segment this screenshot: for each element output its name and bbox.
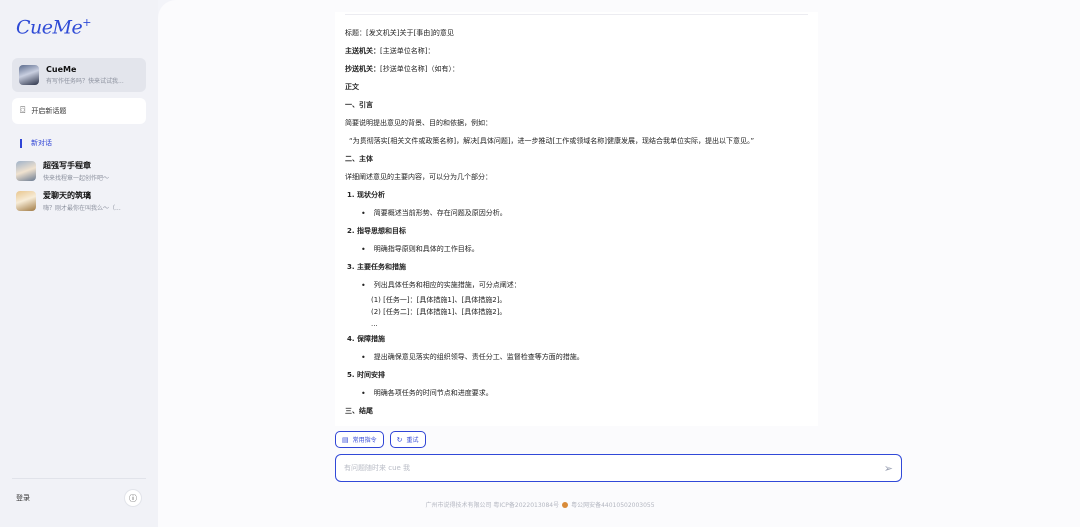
bullet-item: 简要概述当前形势、存在问题及原因分析。 xyxy=(345,205,808,223)
field-value: [抄送单位名称]（如有）： xyxy=(380,65,459,74)
bullet-item: 提出确保意见落实的组织领导、责任分工、监督检查等方面的措施。 xyxy=(345,349,808,367)
sub-item: (1) [任务一]：[具体措施1]、[具体措施2]。 xyxy=(371,296,507,305)
command-icon: ▤ xyxy=(342,435,349,444)
avatar xyxy=(16,161,36,181)
new-topic-label: 开启新话题 xyxy=(31,107,67,115)
retry-button[interactable]: ↻ 重试 xyxy=(389,431,426,448)
field-line: 抄送机关： [抄送单位名称]（如有）： xyxy=(345,61,808,79)
chat-input[interactable] xyxy=(344,464,884,472)
conversation-subtitle: 嗨？刚才最你在叫我么～（... xyxy=(43,205,121,212)
bullet-item: 明确指导原则和具体的工作目标。 xyxy=(345,241,808,259)
refresh-icon: ↻ xyxy=(396,435,403,444)
conversation-title: 爱聊天的筑璃 xyxy=(43,191,91,200)
field-line: 主送机关： [主送单位名称]： xyxy=(345,43,808,61)
quick-actions: ▤ 常用指令 ↻ 重试 xyxy=(335,431,426,448)
section-heading: 一、引言 xyxy=(345,101,373,110)
icp-text[interactable]: 广州市说得技术有限公司 粤ICP备2022013084号 xyxy=(425,500,559,509)
main-panel: 标题：[发文机关]关于[事由]的意见 主送机关： [主送单位名称]： 抄送机关： [抄送… xyxy=(158,0,1080,527)
numbered-heading: 3. 主要任务和措施 xyxy=(347,263,406,272)
chip-label: 常用指令 xyxy=(352,437,377,444)
chat-input-box: ➢ xyxy=(335,454,902,482)
conversation-item[interactable]: 爱聊天的筑璃 嗨？刚才最你在叫我么～（... xyxy=(12,188,146,214)
active-indicator xyxy=(20,138,22,148)
new-chat-label: 新对话 xyxy=(31,139,52,147)
bullet-item: 明确各项任务的时间节点和进度要求。 xyxy=(345,385,808,403)
new-topic-icon: ⌼ xyxy=(20,106,26,116)
paragraph: 标题：[发文机关]关于[事由]的意见 xyxy=(345,29,454,38)
avatar xyxy=(16,191,36,211)
common-commands-button[interactable]: ▤ 常用指令 xyxy=(335,431,384,448)
field-value: [主送单位名称]： xyxy=(380,47,435,56)
numbered-heading: 2. 指导思想和目标 xyxy=(347,227,406,236)
conversation-title: 超强写手程章 xyxy=(43,161,91,170)
quote-line: “为贯彻落实[相关文件或政策名称]，解决[具体问题]，进一步推动[工作或领域名称… xyxy=(349,137,755,146)
police-badge-icon xyxy=(562,501,569,508)
bot-card-cueme[interactable]: CueMe 有写作任务吗？快来试试我... xyxy=(12,58,146,92)
avatar xyxy=(19,65,39,85)
section-heading: 正文 xyxy=(345,83,359,92)
send-icon[interactable]: ➢ xyxy=(884,462,893,475)
numbered-heading: 5. 时间安排 xyxy=(347,371,385,380)
field-label: 主送机关： xyxy=(345,47,380,56)
paragraph: 详细阐述意见的主要内容，可以分为几个部分： xyxy=(345,173,492,182)
paragraph: 简要说明提出意见的背景、目的和依据，例如： xyxy=(345,119,492,128)
sub-item: (2) [任务二]：[具体措施1]、[具体措施2]。 xyxy=(371,308,507,317)
field-label: 抄送机关： xyxy=(345,65,380,74)
footer: 广州市说得技术有限公司 粤ICP备2022013084号 粤公网安备440105… xyxy=(0,500,1080,509)
police-record-text[interactable]: 粤公网安备44010502003055 xyxy=(571,500,654,509)
divider xyxy=(345,14,808,15)
bot-title: CueMe xyxy=(46,65,77,74)
sidebar-item-new-chat[interactable]: 新对话 xyxy=(12,138,146,148)
section-heading: 二、主体 xyxy=(345,155,373,164)
chip-label: 重试 xyxy=(406,437,419,444)
bot-subtitle: 有写作任务吗？快来试试我... xyxy=(46,78,124,85)
numbered-heading: 1. 现状分析 xyxy=(347,191,385,200)
numbered-heading: 4. 保障措施 xyxy=(347,335,385,344)
section-heading: 三、结尾 xyxy=(345,407,373,416)
bullet-item: 列出具体任务和相应的实施措施，可分点阐述： xyxy=(345,277,808,295)
conversation-subtitle: 快来找程章一起创作吧～ xyxy=(43,175,110,182)
app-logo[interactable]: CueMe+ xyxy=(16,16,146,52)
conversation-item[interactable]: 超强写手程章 快来找程章一起创作吧～ xyxy=(12,158,146,184)
sub-item: ... xyxy=(371,320,378,329)
message-content: 标题：[发文机关]关于[事由]的意见 主送机关： [主送单位名称]： 抄送机关： [抄送… xyxy=(345,25,808,421)
assistant-message: 标题：[发文机关]关于[事由]的意见 主送机关： [主送单位名称]： 抄送机关： [抄送… xyxy=(335,12,818,426)
divider xyxy=(12,478,146,479)
sidebar: CueMe+ CueMe 有写作任务吗？快来试试我... ⌼ 开启新话题 新对话… xyxy=(0,0,158,527)
new-topic-button[interactable]: ⌼ 开启新话题 xyxy=(12,98,146,124)
